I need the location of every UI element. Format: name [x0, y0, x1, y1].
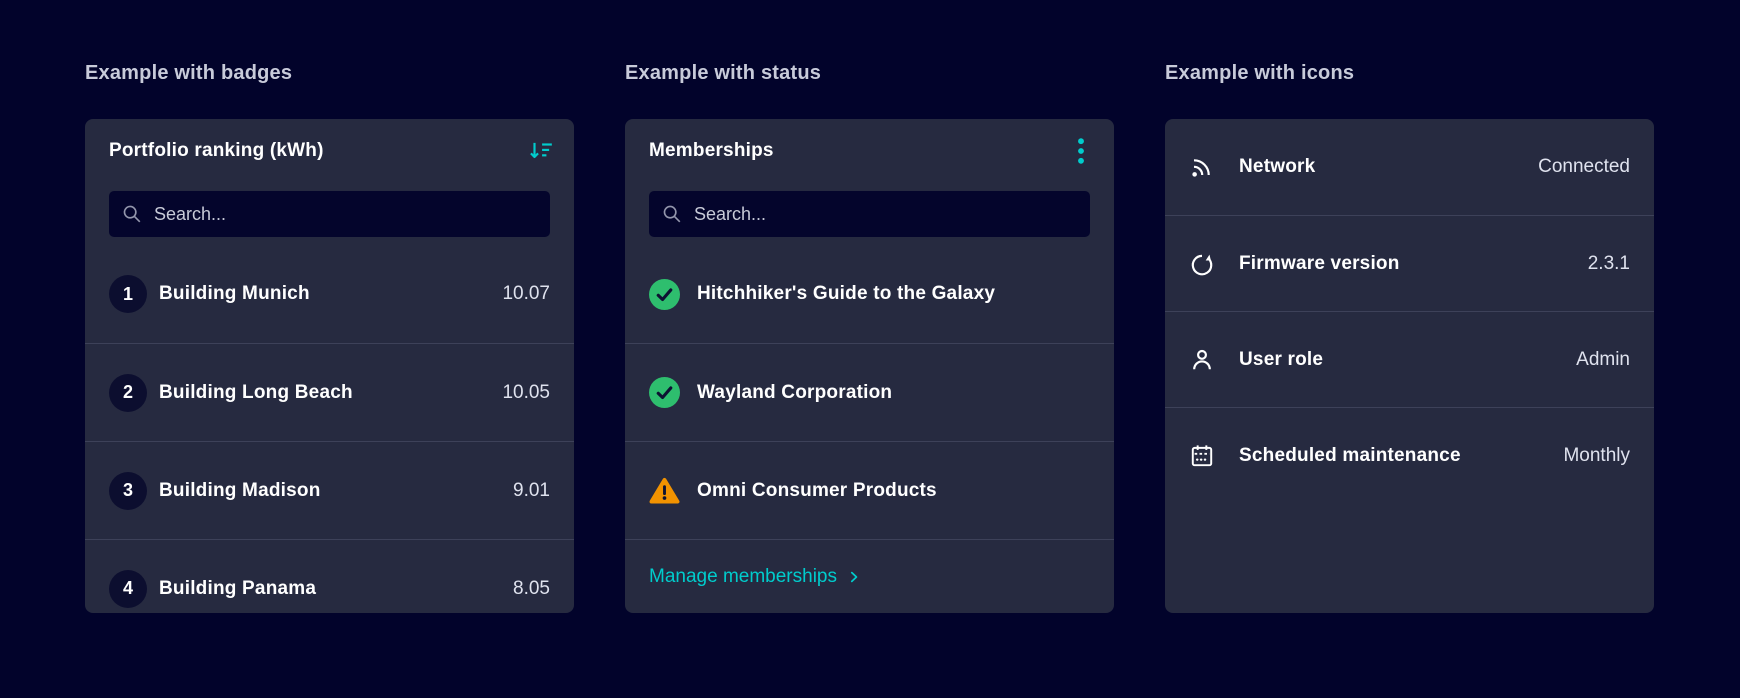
card-title: Memberships [649, 140, 774, 161]
portfolio-ranking-card: Portfolio ranking (kWh) Search... 1 Buil… [85, 119, 574, 613]
info-list: Network Connected Firmware version 2.3.1 [1165, 119, 1654, 503]
list-item[interactable]: Network Connected [1165, 119, 1654, 215]
card-title: Portfolio ranking (kWh) [109, 140, 324, 161]
search-icon [661, 203, 683, 225]
warning-triangle-icon [649, 477, 680, 505]
rank-badge: 4 [109, 569, 147, 608]
user-icon [1189, 347, 1215, 373]
search-input[interactable] [154, 203, 538, 225]
card-footer: Manage memberships [625, 539, 1114, 613]
check-circle-icon [649, 278, 680, 310]
membership-list: Hitchhiker's Guide to the Galaxy Wayland… [625, 245, 1114, 539]
list-item[interactable]: 3 Building Madison 9.01 [85, 441, 574, 539]
list-item[interactable]: Firmware version 2.3.1 [1165, 215, 1654, 311]
list-item[interactable]: Wayland Corporation [625, 343, 1114, 441]
list-item[interactable]: User role Admin [1165, 311, 1654, 407]
search-field [649, 191, 1090, 237]
chevron-right-icon [847, 570, 861, 584]
search-field [109, 191, 550, 237]
device-info-card: Network Connected Firmware version 2.3.1 [1165, 119, 1654, 613]
refresh-icon [1189, 251, 1215, 277]
kebab-menu-icon[interactable] [1062, 132, 1100, 170]
memberships-card: Memberships Search... Hitchhiker's Guide… [625, 119, 1114, 613]
network-icon [1189, 154, 1215, 180]
section-heading: Example with icons [1165, 62, 1355, 84]
list-item[interactable]: 4 Building Panama 8.05 [85, 539, 574, 613]
section-badges: Example with badges Portfolio ranking (k… [85, 59, 574, 613]
section-status: Example with status Memberships Search..… [625, 59, 1114, 613]
section-heading: Example with status [625, 62, 822, 84]
list-item[interactable]: Scheduled maintenance Monthly [1165, 407, 1654, 503]
search-input[interactable] [694, 203, 1078, 225]
search-icon [121, 203, 143, 225]
card-header: Portfolio ranking (kWh) [85, 119, 574, 183]
rank-badge: 2 [109, 373, 147, 412]
rank-badge: 1 [109, 275, 147, 313]
check-circle-icon [649, 377, 680, 408]
sort-descending-icon[interactable] [522, 132, 560, 170]
list-item[interactable]: Omni Consumer Products [625, 441, 1114, 539]
card-header: Memberships [625, 119, 1114, 183]
list-item[interactable]: 1 Building Munich 10.07 [85, 245, 574, 343]
manage-memberships-link[interactable]: Manage memberships [649, 566, 861, 588]
section-icons: Example with icons Network Connected Fir… [1165, 59, 1654, 613]
list-item[interactable]: 2 Building Long Beach 10.05 [85, 343, 574, 441]
section-heading: Example with badges [85, 62, 293, 84]
ranking-list: 1 Building Munich 10.07 2 Building Long … [85, 245, 574, 613]
canvas: Example with badges Portfolio ranking (k… [0, 0, 1740, 613]
list-item[interactable]: Hitchhiker's Guide to the Galaxy [625, 245, 1114, 343]
rank-badge: 3 [109, 471, 147, 510]
calendar-icon [1189, 443, 1215, 469]
